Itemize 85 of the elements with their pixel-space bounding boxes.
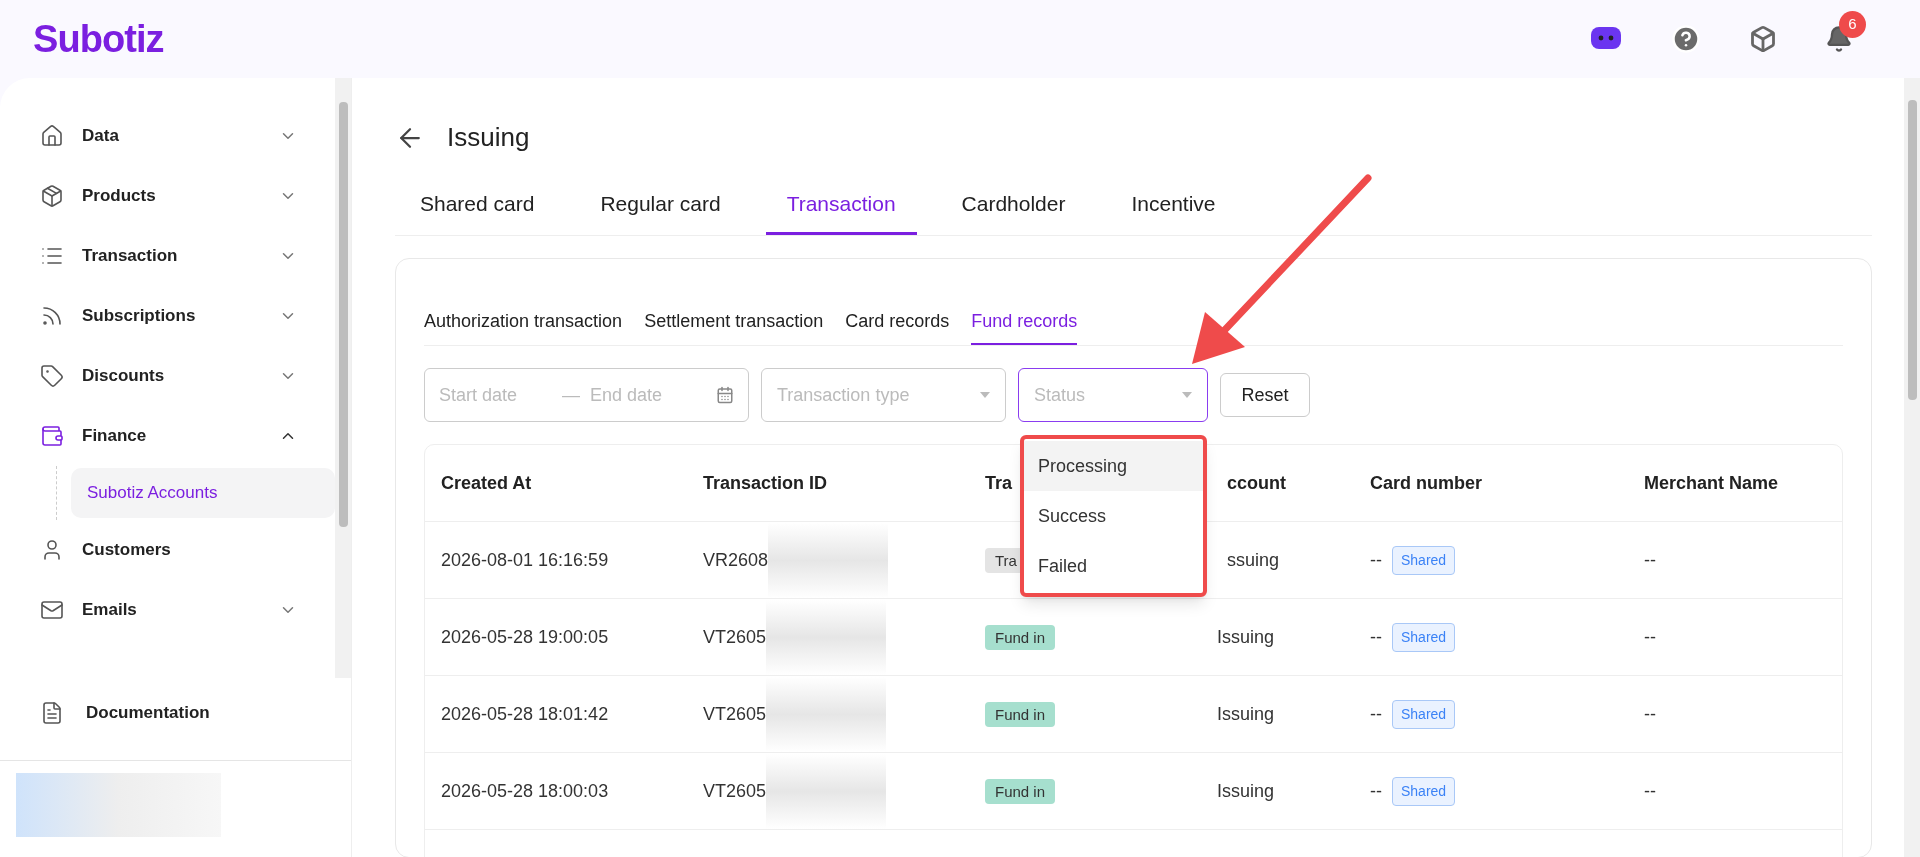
start-date-placeholder: Start date bbox=[439, 383, 518, 407]
scrollbar[interactable] bbox=[1904, 78, 1920, 857]
caret-icon bbox=[980, 392, 990, 398]
dropdown-option[interactable]: Success bbox=[1024, 491, 1203, 541]
tab[interactable]: Regular card bbox=[579, 175, 742, 235]
sidebar-item[interactable]: Data bbox=[0, 106, 335, 166]
sidebar-label: Emails bbox=[82, 599, 137, 622]
package-icon[interactable] bbox=[1749, 25, 1777, 53]
table-cell-text: Issuing bbox=[1217, 702, 1276, 726]
tab[interactable]: Transaction bbox=[765, 175, 917, 235]
caret-icon bbox=[1182, 392, 1192, 398]
sidebar-item[interactable]: Subscriptions bbox=[0, 286, 335, 346]
column-header: Transaction ID bbox=[703, 471, 829, 495]
sidebar-label: Products bbox=[82, 185, 156, 208]
type-tag: Fund in bbox=[985, 624, 1056, 650]
sidebar-label: Data bbox=[82, 125, 119, 148]
subtab[interactable]: Card records bbox=[845, 299, 950, 345]
sidebar-item[interactable]: Documentation bbox=[0, 678, 351, 748]
table-cell-text: VT2605 bbox=[703, 702, 767, 726]
table-cell-text: VT2605 bbox=[703, 779, 767, 803]
sidebar-item[interactable]: Customers bbox=[0, 520, 335, 580]
sidebar-item[interactable]: Emails bbox=[0, 580, 335, 640]
table-cell-text: VT2605 bbox=[703, 625, 767, 649]
shared-tag: Shared bbox=[1392, 545, 1456, 575]
brand-logo[interactable]: Subotiz bbox=[33, 10, 164, 68]
wallet-icon bbox=[40, 424, 64, 448]
rss-icon bbox=[40, 304, 64, 328]
sidebar-label: Customers bbox=[82, 539, 171, 562]
subtab[interactable]: Fund records bbox=[971, 299, 1078, 345]
shared-tag: Shared bbox=[1392, 699, 1456, 729]
table-cell-text: -- bbox=[1370, 625, 1382, 649]
column-header: Tra bbox=[985, 471, 1014, 495]
shared-tag: Shared bbox=[1392, 622, 1456, 652]
sidebar-label: Finance bbox=[82, 425, 147, 448]
sidebar-item[interactable]: Transaction bbox=[0, 226, 335, 286]
table-cell-text: -- bbox=[1370, 779, 1382, 803]
tag-icon bbox=[40, 364, 64, 388]
sidebar-label: Transaction bbox=[82, 245, 178, 268]
subtab[interactable]: Authorization transaction bbox=[424, 299, 623, 345]
scrollbar[interactable] bbox=[335, 78, 351, 678]
table-cell-text: 2026-05-28 18:01:42 bbox=[441, 702, 610, 726]
table-cell-text: -- bbox=[1644, 779, 1657, 803]
tab[interactable]: Cardholder bbox=[940, 175, 1087, 235]
page-title: Issuing bbox=[447, 121, 530, 154]
date-separator: — bbox=[562, 383, 581, 407]
dropdown-option[interactable]: Failed bbox=[1024, 541, 1203, 591]
table-cell-text: Issuing bbox=[1217, 625, 1276, 649]
table-cell-text: -- bbox=[1644, 702, 1657, 726]
column-header: Card number bbox=[1370, 471, 1484, 495]
end-date-placeholder: End date bbox=[590, 383, 663, 407]
notification-badge: 6 bbox=[1839, 11, 1866, 38]
sidebar-label: Subscriptions bbox=[82, 305, 196, 328]
table-cell-text: 2026-08-01 16:16:59 bbox=[441, 548, 610, 572]
sidebar-subitem[interactable]: Subotiz Accounts bbox=[71, 468, 335, 518]
help-icon[interactable] bbox=[1671, 24, 1701, 54]
box-icon bbox=[40, 184, 64, 208]
column-header: ccount bbox=[1226, 471, 1287, 495]
table-cell-text: Issuing bbox=[1217, 779, 1276, 803]
sidebar-label: Documentation bbox=[86, 702, 210, 725]
table-cell-text: -- bbox=[1644, 548, 1657, 572]
tab[interactable]: Shared card bbox=[399, 175, 556, 235]
mail-icon bbox=[40, 598, 64, 622]
table-cell-text: -- bbox=[1644, 625, 1657, 649]
sidebar-item[interactable]: Finance bbox=[0, 406, 335, 466]
type-tag: Fund in bbox=[985, 701, 1056, 727]
table-cell-text: VR2608 bbox=[703, 548, 769, 572]
type-tag: Fund in bbox=[985, 778, 1056, 804]
document-icon bbox=[40, 701, 64, 725]
dropdown-option[interactable]: Processing bbox=[1024, 441, 1203, 491]
table-cell-text: -- bbox=[1370, 548, 1382, 572]
table-cell-text: 2026-05-28 19:00:05 bbox=[441, 625, 610, 649]
home-icon bbox=[40, 124, 64, 148]
sidebar-item[interactable]: Products bbox=[0, 166, 335, 226]
reset-button[interactable]: Reset bbox=[1220, 373, 1310, 417]
tab[interactable]: Incentive bbox=[1110, 175, 1237, 235]
shared-tag: Shared bbox=[1392, 776, 1456, 806]
sidebar-label: Discounts bbox=[82, 365, 165, 388]
sidebar-item[interactable]: Discounts bbox=[0, 346, 335, 406]
column-header: Merchant Name bbox=[1644, 471, 1780, 495]
table-cell-text: 2026-05-28 18:00:03 bbox=[441, 779, 610, 803]
calendar-icon bbox=[716, 386, 734, 404]
subtab[interactable]: Settlement transaction bbox=[644, 299, 824, 345]
table-cell-text: -- bbox=[1370, 702, 1382, 726]
table-cell-text: ssuing bbox=[1226, 548, 1281, 572]
column-header: Created At bbox=[441, 471, 533, 495]
